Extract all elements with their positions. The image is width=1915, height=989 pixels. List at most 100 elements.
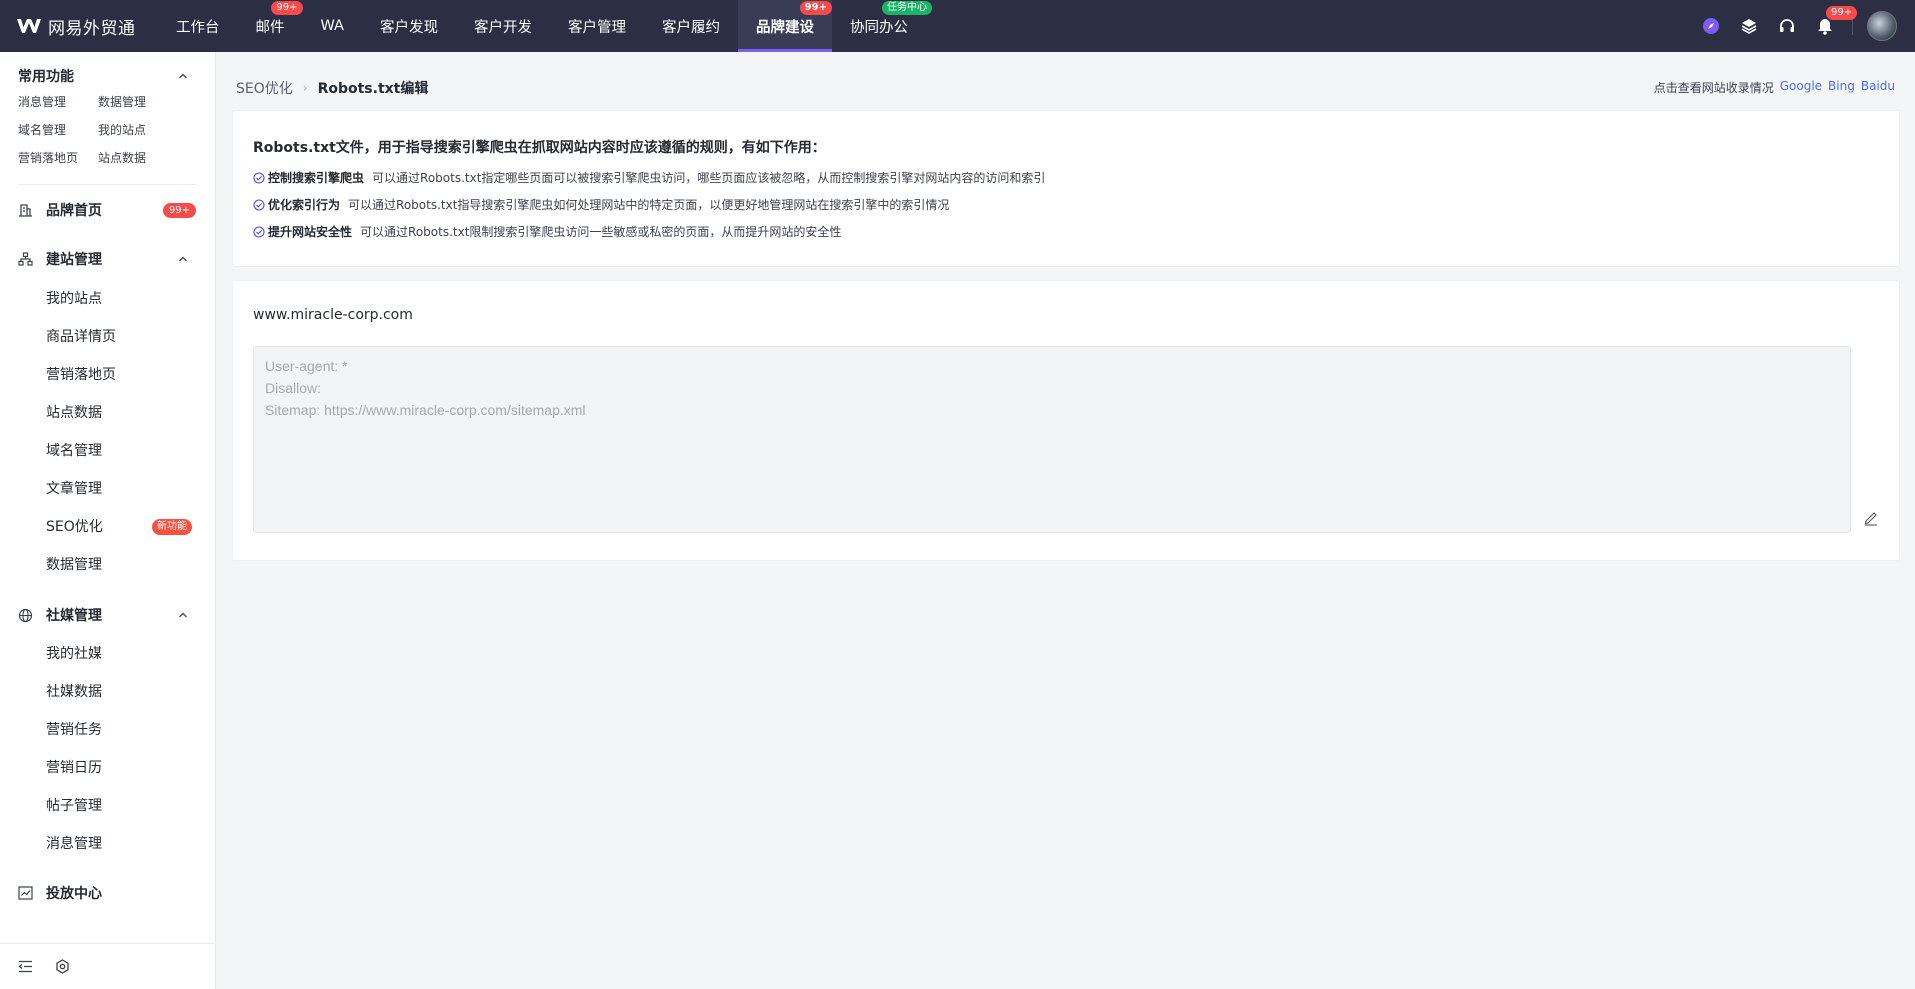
quick-link-messages[interactable]: 消息管理	[18, 94, 98, 111]
page-title: Robots.txt编辑	[317, 81, 429, 97]
social-management-title: 社媒管理	[46, 608, 102, 624]
quick-link-data[interactable]: 数据管理	[98, 94, 178, 111]
feature-item: 控制搜索引擎爬虫 可以通过Robots.txt指定哪些页面可以被搜索引擎爬虫访问…	[253, 169, 1045, 186]
index-status-label: 点击查看网站收录情况	[1653, 81, 1774, 95]
check-circle-icon	[253, 225, 265, 238]
compass-icon	[1703, 18, 1719, 34]
feature-desc: 可以通过Robots.txt指定哪些页面可以被搜索引擎爬虫访问，哪些页面应该被忽…	[372, 171, 1046, 185]
quick-link-landing-pages[interactable]: 营销落地页	[18, 150, 98, 167]
support-button[interactable]	[1768, 0, 1806, 52]
divider	[18, 184, 196, 185]
nav-tab-label: 邮件	[255, 19, 285, 36]
chevron-up-icon[interactable]	[178, 71, 188, 81]
task-center-badge: 任务中心	[881, 1, 932, 15]
feature-desc: 可以通过Robots.txt限制搜索引擎爬虫访问一些敏感或私密的页面，从而提升网…	[360, 225, 842, 239]
sidebar-item-label: 投放中心	[46, 886, 102, 902]
robots-editor-card: www.miracle-corp.com	[232, 280, 1900, 561]
main-nav: 工作台 邮件 99+ WA 客户发现 客户开发 客户管理 客户履约 品牌建设 99+…	[158, 0, 932, 52]
sidebar-item-ads-center[interactable]: 投放中心	[18, 881, 196, 905]
layers-icon	[1741, 19, 1757, 34]
quick-link-my-sites[interactable]: 我的站点	[98, 122, 178, 139]
sidebar-item-my-social[interactable]: 我的社媒	[46, 644, 102, 664]
layers-button[interactable]	[1730, 0, 1768, 52]
check-circle-icon	[253, 171, 265, 184]
nav-tab-collaboration[interactable]: 协同办公 任务中心	[832, 0, 932, 52]
notification-count-badge: 99+	[1826, 6, 1858, 20]
sidebar-item-site-data[interactable]: 站点数据	[46, 403, 102, 423]
feature-name: 优化索引行为	[268, 198, 341, 212]
common-functions-header[interactable]: 常用功能	[18, 66, 188, 86]
sidebar-item-messages[interactable]: 消息管理	[46, 834, 102, 854]
sidebar-item-my-sites[interactable]: 我的站点	[46, 289, 102, 309]
nav-tab-label: 客户履约	[661, 19, 720, 36]
chart-icon	[18, 886, 33, 900]
quick-link-site-data[interactable]: 站点数据	[98, 150, 178, 167]
sidebar-item-domains[interactable]: 域名管理	[46, 441, 102, 461]
sidebar: 常用功能 消息管理 数据管理 域名管理 我的站点 营销落地页 站点数据 品牌首页…	[0, 52, 216, 989]
mail-count-badge: 99+	[271, 1, 303, 15]
chevron-up-icon[interactable]	[178, 254, 188, 264]
globe-icon	[18, 608, 33, 622]
feature-desc: 可以通过Robots.txt指导搜索引擎爬虫如何处理网站中的特定页面，以便更好地…	[348, 198, 950, 212]
compass-button[interactable]	[1692, 0, 1730, 52]
app-logo[interactable]: 网易外贸通	[0, 0, 158, 52]
common-functions-title: 常用功能	[18, 69, 74, 85]
nav-tab-wa[interactable]: WA	[303, 0, 362, 52]
sidebar-item-label: 品牌首页	[46, 203, 102, 219]
user-avatar[interactable]	[1867, 11, 1897, 41]
chevron-right-icon: ›	[302, 81, 308, 95]
social-management-header[interactable]: 社媒管理	[18, 603, 196, 627]
nav-tab-mail[interactable]: 邮件 99+	[238, 0, 303, 52]
feature-item: 优化索引行为 可以通过Robots.txt指导搜索引擎爬虫如何处理网站中的特定页…	[253, 196, 949, 213]
settings-icon[interactable]	[55, 959, 70, 974]
sidebar-item-brand-home[interactable]: 品牌首页 99+	[18, 198, 196, 222]
sidebar-footer	[0, 943, 216, 989]
chevron-up-icon[interactable]	[178, 610, 188, 620]
nav-tab-label: 客户管理	[567, 19, 626, 36]
sidebar-item-marketing-calendar[interactable]: 营销日历	[46, 758, 102, 778]
pencil-icon	[1864, 512, 1877, 526]
nav-tab-label: 品牌建设	[755, 19, 814, 36]
headset-icon	[1780, 19, 1794, 32]
brand-home-badge: 99+	[162, 202, 196, 218]
divider	[1852, 17, 1853, 35]
seo-new-badge: 新功能	[152, 519, 192, 535]
notifications-button[interactable]: 99+	[1806, 0, 1858, 52]
breadcrumb-parent[interactable]: SEO优化	[236, 78, 293, 98]
nav-tab-workbench[interactable]: 工作台	[158, 0, 238, 52]
check-circle-icon	[253, 198, 265, 211]
nav-tab-customer-management[interactable]: 客户管理	[550, 0, 644, 52]
sidebar-item-data-management[interactable]: 数据管理	[46, 555, 102, 575]
sidebar-item-posts[interactable]: 帖子管理	[46, 796, 102, 816]
nav-tab-customer-discovery[interactable]: 客户发现	[362, 0, 456, 52]
google-link[interactable]: Google	[1780, 79, 1822, 96]
edit-button[interactable]	[1861, 508, 1881, 528]
nav-tab-brand-building[interactable]: 品牌建设 99+	[737, 0, 832, 52]
site-domain: www.miracle-corp.com	[253, 307, 413, 323]
site-management-header[interactable]: 建站管理	[18, 247, 196, 271]
brand-count-badge: 99+	[799, 1, 832, 15]
feature-item: 提升网站安全性 可以通过Robots.txt限制搜索引擎爬虫访问一些敏感或私密的…	[253, 223, 841, 240]
nav-tab-customer-fulfillment[interactable]: 客户履约	[644, 0, 738, 52]
sidebar-item-social-data[interactable]: 社媒数据	[46, 682, 102, 702]
collapse-menu-icon[interactable]	[18, 960, 33, 973]
nav-tab-label: 协同办公	[849, 19, 908, 36]
breadcrumb: SEO优化 › Robots.txt编辑	[236, 78, 428, 98]
nav-tab-customer-development[interactable]: 客户开发	[456, 0, 550, 52]
sidebar-item-landing-pages[interactable]: 营销落地页	[46, 365, 116, 385]
sidebar-item-seo[interactable]: SEO优化	[46, 517, 103, 537]
index-status-links: 点击查看网站收录情况 Google Bing Baidu	[1654, 79, 1895, 96]
bing-link[interactable]: Bing	[1828, 79, 1855, 96]
feature-name: 控制搜索引擎爬虫	[268, 171, 365, 185]
sidebar-item-marketing-tasks[interactable]: 营销任务	[46, 720, 102, 740]
logo-icon	[17, 19, 41, 33]
top-navigation-bar: 网易外贸通 工作台 邮件 99+ WA 客户发现 客户开发 客户管理 客户履约 品…	[0, 0, 1915, 52]
baidu-link[interactable]: Baidu	[1861, 79, 1895, 96]
sidebar-item-product-detail[interactable]: 商品详情页	[46, 327, 116, 347]
robots-txt-editor[interactable]	[253, 346, 1851, 533]
sidebar-item-articles[interactable]: 文章管理	[46, 479, 102, 499]
quick-link-domains[interactable]: 域名管理	[18, 122, 98, 139]
feature-name: 提升网站安全性	[268, 225, 353, 239]
building-icon	[19, 204, 32, 217]
robots-intro-card: Robots.txt文件，用于指导搜索引擎爬虫在抓取网站内容时应该遵循的规则，有…	[232, 110, 1900, 267]
